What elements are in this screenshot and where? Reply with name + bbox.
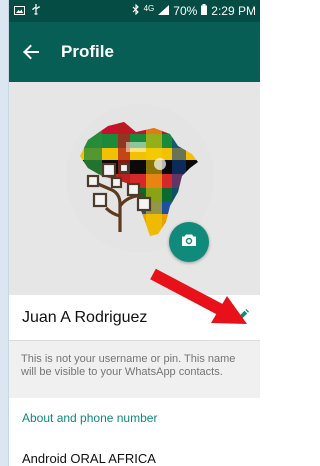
name-hint-section: This is not your username or pin. This n… — [9, 341, 260, 398]
about-value: Android ORAL AFRICA — [22, 451, 156, 466]
signal-icon — [158, 4, 170, 18]
bluetooth-icon — [132, 3, 140, 18]
gallery-notification-icon — [14, 4, 25, 18]
back-arrow-icon[interactable] — [13, 34, 49, 70]
network-type: 4G — [143, 3, 155, 13]
about-header: About and phone number — [22, 411, 158, 425]
page-title: Profile — [61, 42, 114, 61]
about-section[interactable]: About and phone number Android ORAL AFRI… — [9, 398, 260, 466]
status-bar: 4G 70% 2:29 PM — [9, 0, 260, 22]
change-photo-button[interactable] — [169, 222, 209, 262]
usb-notification-icon — [31, 4, 41, 18]
profile-photo-section — [9, 82, 260, 295]
status-time: 2:29 PM — [211, 4, 256, 18]
screen: 4G 70% 2:29 PM Profile Juan A Rodriguez … — [0, 0, 260, 466]
name-hint-text: This is not your username or pin. This n… — [21, 353, 236, 378]
window-edge — [0, 0, 9, 466]
battery-icon — [201, 4, 208, 18]
annotation-arrow — [150, 268, 247, 324]
profile-name: Juan A Rodriguez — [22, 308, 148, 326]
app-bar: Profile — [9, 22, 260, 82]
camera-icon — [181, 233, 197, 252]
battery-percent: 70% — [173, 4, 198, 18]
